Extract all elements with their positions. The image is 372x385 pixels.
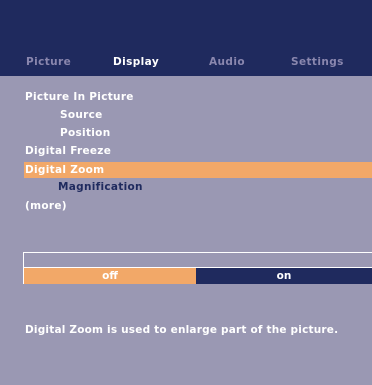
menu-item-more[interactable]: (more) — [25, 198, 67, 215]
menu-item-position[interactable]: Position — [60, 125, 110, 142]
help-text: Digital Zoom is used to enlarge part of … — [25, 324, 339, 336]
menu-item-digital-zoom[interactable]: Digital Zoom — [24, 162, 372, 178]
menu-item-source[interactable]: Source — [60, 107, 103, 124]
menu-item-digital-freeze[interactable]: Digital Freeze — [25, 143, 111, 160]
header-band: Picture Display Audio Settings — [0, 0, 372, 76]
tab-settings[interactable]: Settings — [291, 56, 344, 68]
tab-audio[interactable]: Audio — [209, 56, 245, 68]
menu-item-picture-in-picture[interactable]: Picture In Picture — [25, 89, 134, 106]
tab-picture[interactable]: Picture — [26, 56, 71, 68]
menu-item-digital-zoom-label: Digital Zoom — [25, 164, 105, 176]
menu-item-magnification[interactable]: Magnification — [58, 179, 143, 196]
option-on[interactable]: on — [196, 268, 372, 284]
tab-display[interactable]: Display — [113, 56, 159, 68]
osd-screen: Picture Display Audio Settings Picture I… — [0, 0, 372, 385]
option-off[interactable]: off — [24, 268, 196, 284]
